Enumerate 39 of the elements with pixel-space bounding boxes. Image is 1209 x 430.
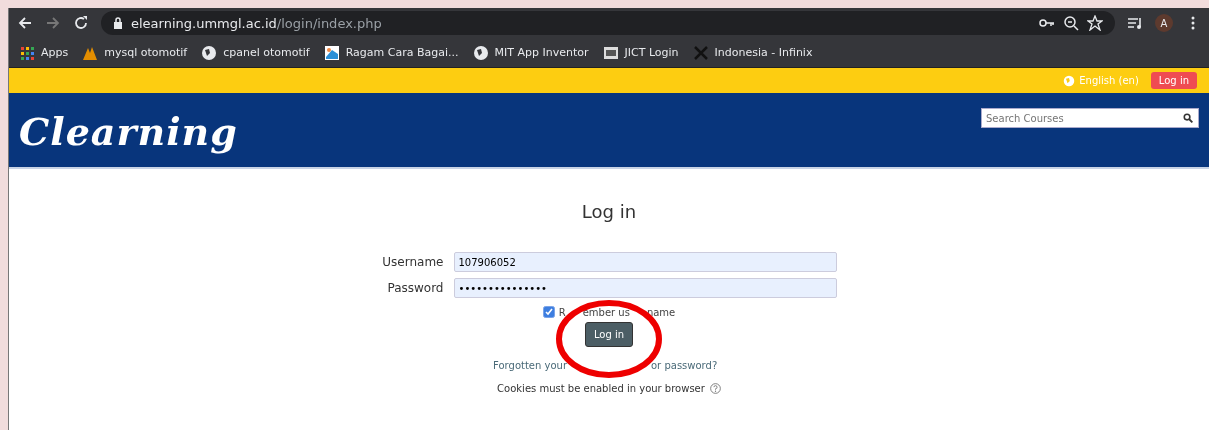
- password-field[interactable]: •••••••••••••••: [453, 278, 837, 298]
- bookmark-link[interactable]: Ragam Cara Bagai...: [345, 46, 459, 59]
- bookmark-link[interactable]: Apps: [41, 46, 69, 59]
- submit-button[interactable]: Log in: [584, 322, 634, 347]
- remember-label[interactable]: name: [646, 306, 676, 318]
- bookmark-link[interactable]: MIT App Inventor: [494, 46, 589, 59]
- page-title: Log in: [581, 201, 637, 222]
- globe-icon: [1063, 74, 1076, 87]
- help-icon[interactable]: [709, 383, 721, 394]
- profile-avatar[interactable]: A: [1155, 14, 1173, 32]
- remember-checkbox[interactable]: [542, 306, 555, 318]
- remember-label[interactable]: R: [558, 306, 566, 318]
- field-label: Password: [386, 281, 444, 295]
- login-button[interactable]: Log in: [1150, 72, 1197, 89]
- bookmark-link[interactable]: cpanel otomotif: [223, 46, 310, 59]
- username-field[interactable]: 107906052: [453, 252, 837, 272]
- globe-icon: [201, 44, 218, 61]
- forward-icon[interactable]: [45, 15, 61, 31]
- field-label: Username: [381, 255, 444, 269]
- cookies-note: Cookies must be enabled in your browser: [497, 383, 705, 394]
- remember-label[interactable]: ember us: [582, 306, 630, 318]
- reload-icon[interactable]: [73, 15, 89, 31]
- media-queue-icon[interactable]: [1127, 15, 1143, 31]
- forgot-link[interactable]: or password?: [651, 360, 718, 371]
- bookmark-link[interactable]: mysql otomotif: [104, 46, 188, 59]
- star-icon[interactable]: [1087, 15, 1103, 31]
- apps-grid-icon: [19, 44, 35, 61]
- cross-icon: [692, 44, 709, 61]
- back-icon[interactable]: [17, 15, 33, 31]
- address-url[interactable]: elearning.ummgl.ac.id/login/index.php: [131, 15, 382, 31]
- bookmark-link[interactable]: JICT Login: [624, 46, 679, 59]
- forgot-link[interactable]: Forgotten your: [493, 360, 567, 371]
- bookmark-link[interactable]: Indonesia - Infinix: [714, 46, 813, 59]
- lock-icon: [113, 15, 123, 31]
- square-logo-icon: [602, 44, 619, 61]
- globe-icon: [472, 44, 489, 61]
- image-icon: [323, 44, 340, 61]
- elearning-logo[interactable]: Clearning: [19, 109, 238, 154]
- zoom-icon[interactable]: [1063, 15, 1079, 31]
